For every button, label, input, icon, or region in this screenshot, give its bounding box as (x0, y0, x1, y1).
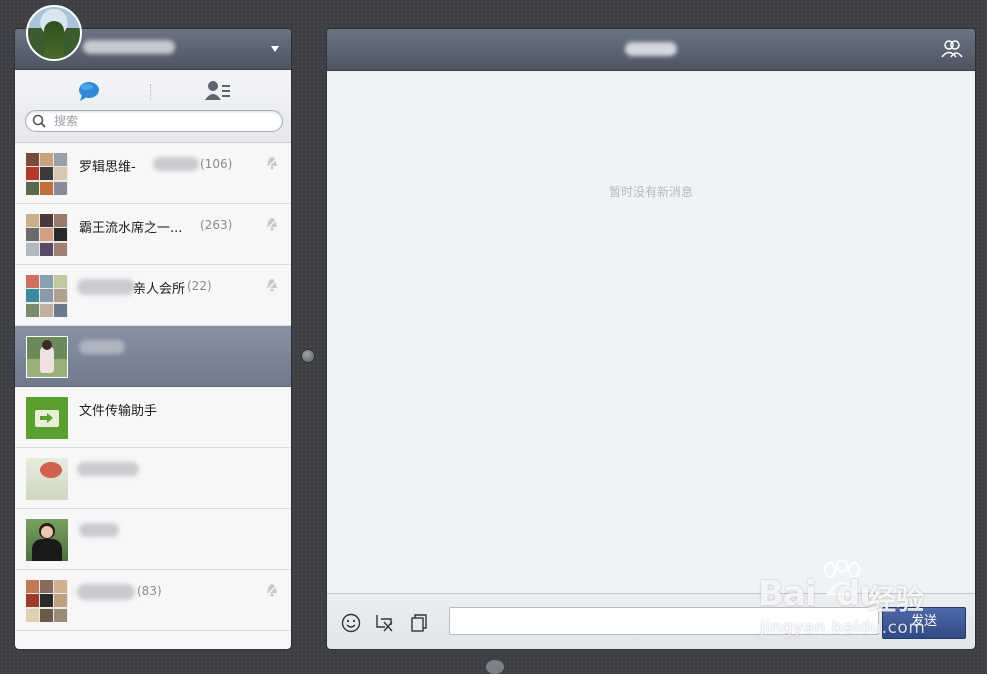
screenshot-icon[interactable] (375, 613, 395, 633)
contacts-list-icon[interactable] (205, 80, 231, 102)
chat-name: 霸王流水席之一... (79, 221, 183, 236)
chat-name: 罗辑思维- (79, 160, 136, 175)
send-button[interactable]: 发送 (882, 607, 966, 639)
conversation-header (327, 29, 975, 71)
muted-bell-icon (265, 583, 279, 597)
conversation-title-redacted (625, 42, 677, 56)
message-input[interactable] (449, 607, 879, 635)
chat-list: 罗辑思维- (106) 霸王流水席之一... (263) 亲人会所 (22) 文… (15, 143, 291, 631)
contact-avatar (26, 519, 68, 561)
tabs-area (15, 70, 291, 143)
name-redacted (77, 584, 135, 600)
file-transfer-icon (26, 397, 68, 439)
unread-count: (22) (187, 279, 212, 293)
chat-item-selected[interactable] (15, 326, 291, 387)
chat-item[interactable]: 文件传输助手 (15, 387, 291, 448)
chat-item[interactable]: 亲人会所 (22) (15, 265, 291, 326)
name-redacted (153, 157, 199, 171)
chevron-down-icon[interactable] (271, 46, 279, 52)
name-redacted (77, 462, 139, 476)
muted-bell-icon (265, 278, 279, 292)
name-redacted (79, 523, 119, 537)
muted-bell-icon (265, 217, 279, 231)
name-redacted (77, 279, 135, 295)
muted-bell-icon (265, 156, 279, 170)
chat-item[interactable] (15, 448, 291, 509)
chat-name: 亲人会所 (133, 282, 186, 297)
compose-bar: 发送 (327, 593, 975, 649)
name-redacted (79, 340, 125, 354)
group-avatar (26, 580, 68, 622)
emoji-icon[interactable] (341, 613, 361, 633)
chat-item[interactable]: 罗辑思维- (106) (15, 143, 291, 204)
conversation-panel: 暂时没有新消息 发送 (327, 29, 975, 649)
unread-count: (106) (200, 157, 233, 171)
group-avatar (26, 275, 68, 317)
contact-avatar (26, 336, 68, 378)
contacts-panel: 罗辑思维- (106) 霸王流水席之一... (263) (15, 29, 291, 649)
profile-avatar[interactable] (26, 5, 82, 61)
members-icon[interactable] (941, 39, 963, 59)
file-icon[interactable] (409, 613, 429, 633)
bottom-handle[interactable] (486, 660, 504, 674)
search-box (25, 110, 283, 132)
search-icon (32, 114, 46, 128)
panel-resize-handle[interactable] (302, 350, 314, 362)
unread-count: (83) (137, 584, 162, 598)
chat-item[interactable] (15, 509, 291, 570)
username-redacted (83, 40, 175, 54)
group-avatar (26, 153, 68, 195)
tab-divider (150, 84, 152, 100)
search-input[interactable] (54, 112, 274, 130)
chat-bubble-icon[interactable] (77, 80, 101, 102)
unread-count: (263) (200, 218, 233, 232)
empty-conversation-message: 暂时没有新消息 (608, 185, 693, 199)
group-avatar (26, 214, 68, 256)
chat-item[interactable]: 霸王流水席之一... (263) (15, 204, 291, 265)
chat-item[interactable]: (83) (15, 570, 291, 631)
chat-name: 文件传输助手 (79, 404, 158, 419)
contact-avatar (26, 458, 68, 500)
